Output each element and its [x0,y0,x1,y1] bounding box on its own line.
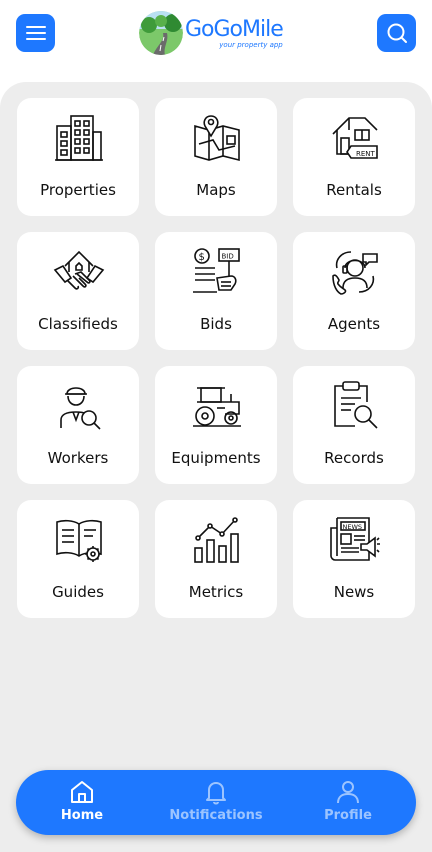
map-pin-icon [194,115,240,162]
book-gear-icon [56,519,102,562]
tile-label: Classifieds [38,315,118,333]
agent-headset-icon [332,251,378,295]
clipboard-search-icon [334,381,378,429]
top-bar: GoGoMile your property app [0,0,432,80]
tile-label: Metrics [188,583,244,601]
tile-properties[interactable]: Properties [17,98,139,216]
tile-metrics[interactable]: Metrics [155,500,277,618]
tile-label: Rentals [326,181,382,199]
tile-guides[interactable]: Guides [17,500,139,618]
tile-label: Guides [52,583,104,601]
handshake-house-icon [53,250,105,290]
user-icon [337,781,359,804]
tile-label: Maps [196,181,236,199]
bottom-navigation: Home Notifications Profile [16,770,416,835]
tile-workers[interactable]: Workers [17,366,139,484]
logo-subtitle: your property app [219,40,283,49]
bar-chart-icon [194,517,239,563]
search-icon [387,23,407,43]
tile-news[interactable]: NEWS News [293,500,415,618]
tile-records[interactable]: Records [293,366,415,484]
bell-icon [206,782,226,805]
tile-label: News [333,583,375,601]
svg-text:NEWS: NEWS [343,523,363,531]
nav-profile-label: Profile [324,808,372,823]
tile-label: Bids [200,315,232,333]
logo-title: GoGoMile [185,16,284,42]
tile-classifieds[interactable]: Classifieds [17,232,139,350]
tile-maps[interactable]: Maps [155,98,277,216]
menu-button[interactable] [16,14,55,52]
nav-home[interactable]: Home [50,770,114,835]
nav-home-label: Home [60,808,104,823]
svg-text:$: $ [199,252,205,263]
tile-label: Agents [327,315,381,333]
rent-house-icon: RENT [332,117,378,159]
newspaper-icon: NEWS [330,517,380,561]
app-logo: GoGoMile your property app [139,10,284,56]
tile-bids[interactable]: $ BID Bids [155,232,277,350]
hamburger-icon [25,26,46,40]
search-button[interactable] [377,14,416,52]
bid-icon: $ BID [193,248,240,293]
tractor-icon [193,387,241,427]
tile-rentals[interactable]: RENT Rentals [293,98,415,216]
tile-equipments[interactable]: Equipments [155,366,277,484]
tile-label: Workers [47,449,109,467]
tile-agents[interactable]: Agents [293,232,415,350]
worker-icon [60,387,101,430]
home-icon [71,781,93,803]
logo-emblem-icon [139,11,183,55]
tile-label: Equipments [171,449,261,467]
building-icon [55,115,103,161]
tile-label: Properties [40,181,116,199]
nav-notifications-label: Notifications [169,808,263,823]
nav-notifications[interactable]: Notifications [161,770,271,835]
nav-profile[interactable]: Profile [315,770,381,835]
svg-text:BID: BID [222,253,234,261]
svg-text:RENT: RENT [356,150,376,158]
tile-label: Records [324,449,384,467]
